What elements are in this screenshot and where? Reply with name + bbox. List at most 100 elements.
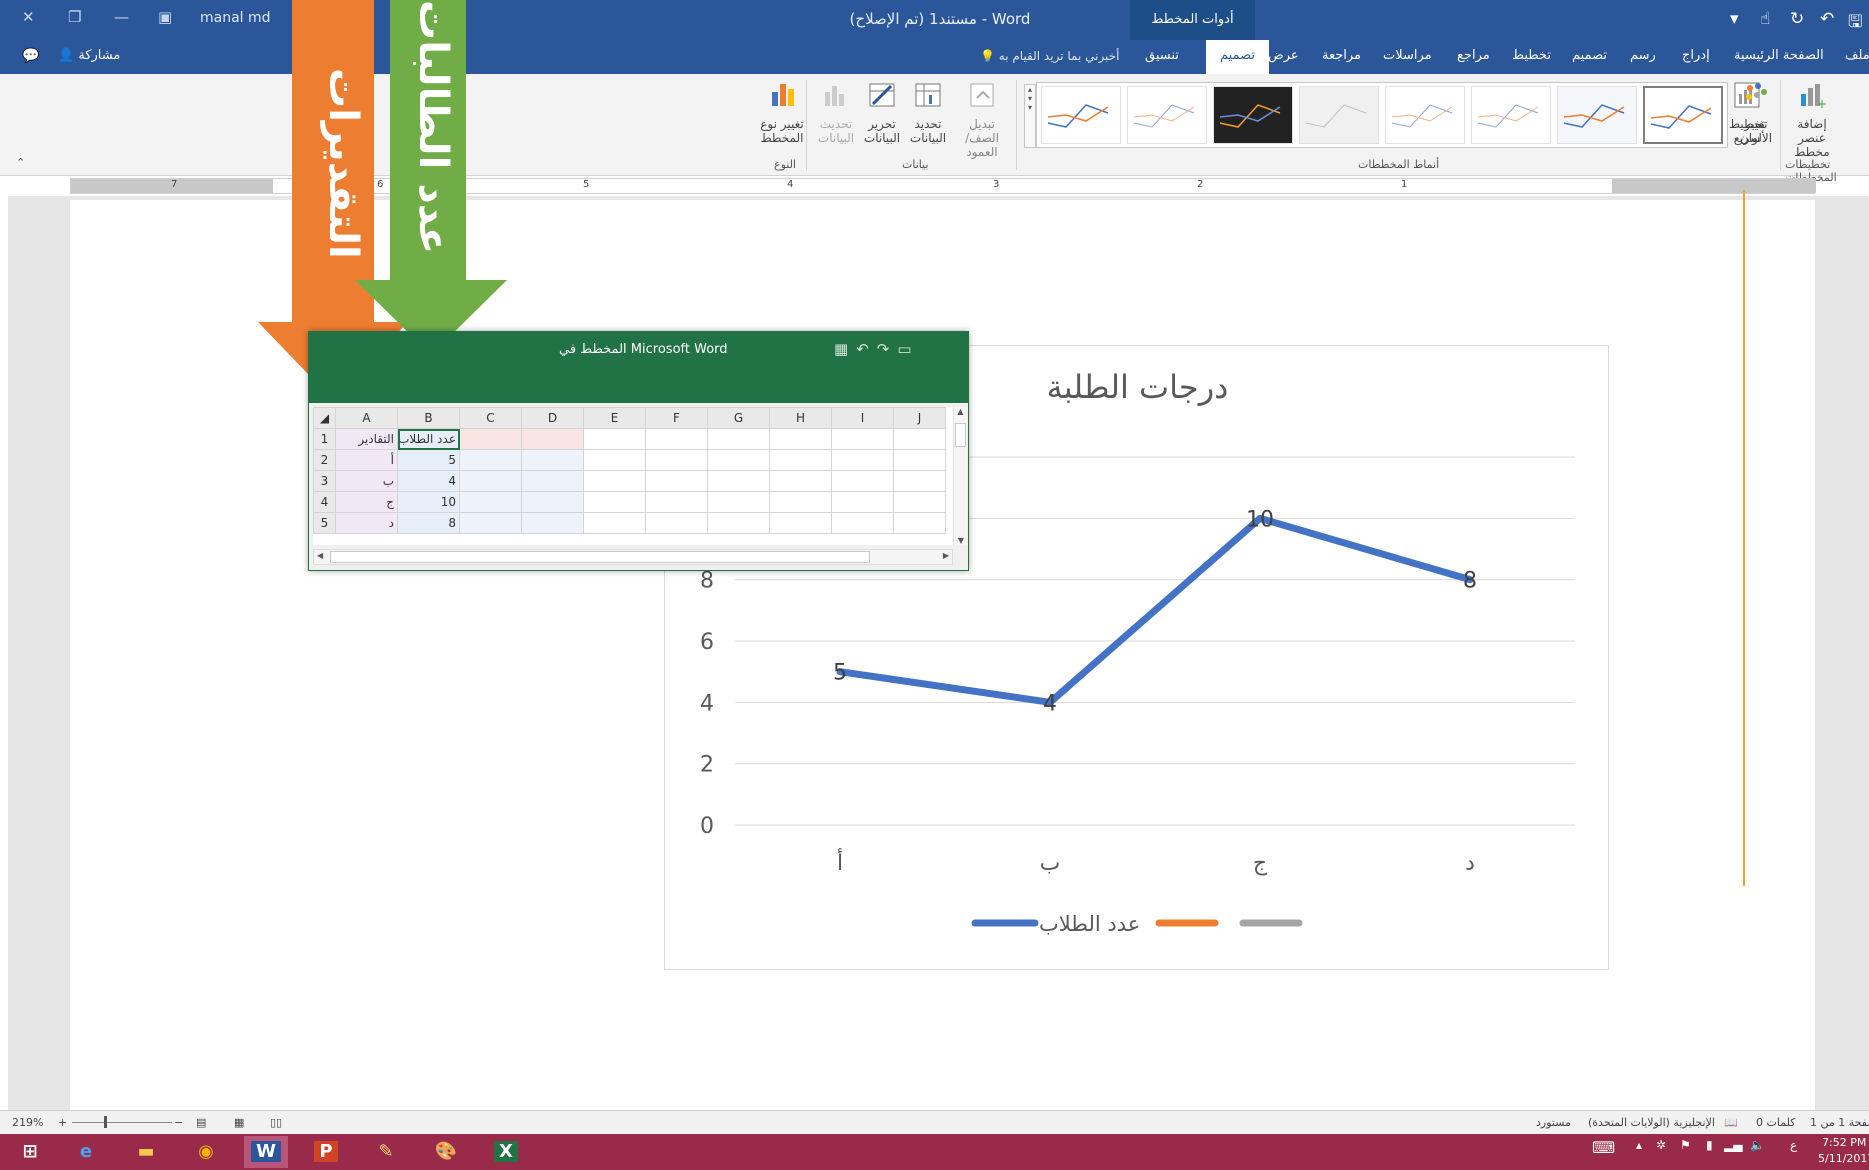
- column-header[interactable]: D: [521, 407, 584, 429]
- chart-style-5[interactable]: [1299, 86, 1379, 144]
- print-layout-icon[interactable]: ▦: [234, 1116, 244, 1129]
- scroll-right-icon[interactable]: ▶: [943, 551, 949, 560]
- scroll-left-icon[interactable]: ◀: [317, 551, 323, 560]
- change-chart-type-button[interactable]: تغيير نوع المخطط: [758, 80, 806, 145]
- tell-me-box[interactable]: 💡 أخبرني بما تريد القيام به: [980, 49, 1119, 63]
- column-header[interactable]: E: [583, 407, 646, 429]
- cell[interactable]: [645, 428, 708, 450]
- cell[interactable]: [707, 512, 770, 534]
- save-icon[interactable]: 🖫: [1848, 9, 1862, 38]
- horizontal-scrollbar[interactable]: ◀ ▶: [313, 549, 953, 565]
- windows-start-icon[interactable]: ⊞: [8, 1136, 52, 1168]
- scroll-down-icon[interactable]: ▼: [954, 536, 968, 545]
- battery-icon[interactable]: ▮: [1706, 1138, 1713, 1152]
- cell-a1[interactable]: التقادير: [335, 428, 398, 450]
- chart-style-6[interactable]: [1213, 86, 1293, 144]
- tab-file[interactable]: ملف: [1845, 48, 1869, 63]
- column-header[interactable]: J: [893, 407, 946, 429]
- cell[interactable]: [521, 449, 584, 471]
- internet-explorer-icon[interactable]: e: [64, 1136, 108, 1168]
- cell-b3[interactable]: 4: [397, 470, 460, 492]
- collapse-ribbon-icon[interactable]: ⌃: [16, 156, 25, 169]
- scroll-thumb[interactable]: [330, 551, 870, 563]
- chart-style-4[interactable]: [1385, 86, 1465, 144]
- cell[interactable]: [831, 512, 894, 534]
- cell-a3[interactable]: ب: [335, 470, 398, 492]
- cell[interactable]: [707, 449, 770, 471]
- network-icon[interactable]: ✲: [1656, 1138, 1666, 1152]
- row-header[interactable]: 2: [313, 449, 336, 471]
- cell-b1[interactable]: عدد الطلاب: [397, 428, 460, 450]
- undo-icon[interactable]: ↶: [856, 340, 877, 358]
- select-data-button[interactable]: تحديد البيانات: [906, 80, 950, 145]
- cell[interactable]: [583, 449, 646, 471]
- row-header[interactable]: 1: [313, 428, 336, 450]
- switch-row-column-button[interactable]: تبديل الصف/ العمود: [954, 80, 1010, 159]
- cell[interactable]: [459, 512, 522, 534]
- column-header[interactable]: F: [645, 407, 708, 429]
- chrome-icon[interactable]: ◉: [184, 1136, 228, 1168]
- cell[interactable]: [583, 470, 646, 492]
- cell[interactable]: [831, 491, 894, 513]
- scroll-up-icon[interactable]: ▲: [954, 407, 967, 416]
- input-language[interactable]: ع: [1790, 1138, 1797, 1152]
- cell[interactable]: [459, 428, 522, 450]
- zoom-slider-thumb[interactable]: [104, 1116, 107, 1128]
- undo-icon[interactable]: ↶: [1820, 9, 1834, 29]
- tab-design-chart[interactable]: تصميم: [1206, 40, 1269, 74]
- redo-icon[interactable]: ↷: [877, 340, 898, 358]
- paint-icon[interactable]: 🎨: [424, 1136, 468, 1168]
- cell-b5[interactable]: 8: [397, 512, 460, 534]
- column-header[interactable]: A: [335, 407, 398, 429]
- cell[interactable]: [769, 428, 832, 450]
- tools-icon[interactable]: ✎: [364, 1136, 408, 1168]
- clock-date[interactable]: 5/11/2017: [1818, 1152, 1869, 1165]
- tab-insert[interactable]: إدراج: [1682, 48, 1710, 63]
- cell[interactable]: [831, 470, 894, 492]
- close-icon[interactable]: ✕: [22, 8, 35, 26]
- chart-styles-gallery[interactable]: [1036, 82, 1728, 148]
- scroll-thumb[interactable]: [955, 423, 966, 447]
- powerpoint-taskbar-icon[interactable]: P: [304, 1136, 348, 1168]
- row-header[interactable]: 3: [313, 470, 336, 492]
- cell[interactable]: [583, 512, 646, 534]
- cell[interactable]: [707, 428, 770, 450]
- flag-icon[interactable]: ⚑: [1680, 1138, 1691, 1152]
- row-header[interactable]: 4: [313, 491, 336, 513]
- chart-style-8[interactable]: [1041, 86, 1121, 144]
- chart-style-2[interactable]: [1557, 86, 1637, 144]
- cell[interactable]: [645, 512, 708, 534]
- change-colors-button[interactable]: تغيير الألوان: [1734, 80, 1778, 145]
- read-mode-icon[interactable]: ▯▯: [270, 1116, 282, 1129]
- ribbon-display-icon[interactable]: ▣: [158, 8, 172, 26]
- column-header[interactable]: C: [459, 407, 522, 429]
- cell-b4[interactable]: 10: [397, 491, 460, 513]
- cell[interactable]: [583, 491, 646, 513]
- tab-design[interactable]: تصميم: [1572, 48, 1607, 63]
- restore-icon[interactable]: ❐: [68, 8, 81, 26]
- customize-qat-icon[interactable]: ▾: [1730, 9, 1739, 29]
- cell[interactable]: [893, 470, 946, 492]
- tab-mailings[interactable]: مراسلات: [1383, 48, 1432, 63]
- zoom-level[interactable]: 219%: [12, 1116, 43, 1129]
- tab-review[interactable]: مراجعة: [1322, 48, 1361, 63]
- cell[interactable]: [893, 491, 946, 513]
- tab-draw[interactable]: رسم: [1630, 48, 1656, 63]
- edit-in-excel-icon[interactable]: ▦: [834, 340, 856, 358]
- proofing-icon[interactable]: 📖: [1724, 1116, 1738, 1129]
- cell[interactable]: [769, 470, 832, 492]
- save-icon[interactable]: ▭: [897, 340, 919, 358]
- tab-format[interactable]: تنسيق: [1145, 48, 1179, 63]
- tab-home[interactable]: الصفحة الرئيسية: [1734, 48, 1824, 63]
- cell-a4[interactable]: ج: [335, 491, 398, 513]
- cell[interactable]: [645, 491, 708, 513]
- cell[interactable]: [583, 428, 646, 450]
- cell[interactable]: [893, 449, 946, 471]
- cell-a2[interactable]: أ: [335, 449, 398, 471]
- cell[interactable]: [521, 512, 584, 534]
- cell[interactable]: [459, 470, 522, 492]
- chart-style-1[interactable]: [1643, 86, 1723, 144]
- select-all-corner[interactable]: ◢: [313, 407, 336, 429]
- column-header[interactable]: B: [397, 407, 460, 429]
- page-count[interactable]: صفحة 1 من 1: [1810, 1116, 1869, 1129]
